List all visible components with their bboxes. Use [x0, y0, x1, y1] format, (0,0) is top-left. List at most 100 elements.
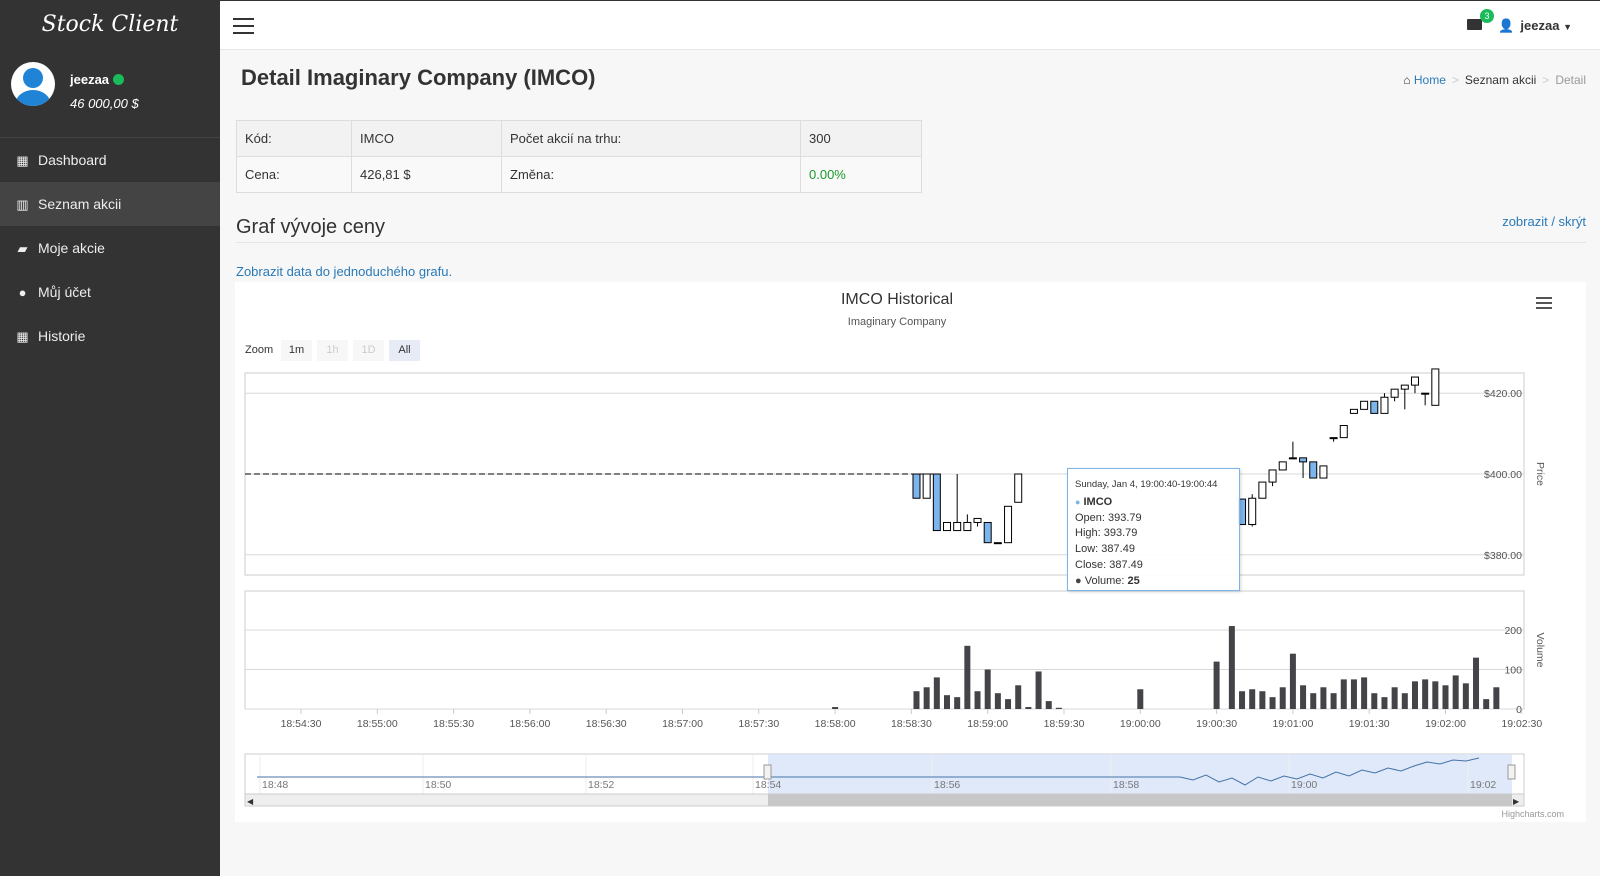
candle [993, 542, 1002, 545]
volume-bar [1401, 693, 1408, 709]
breadcrumb-list[interactable]: Seznam akcii [1465, 73, 1536, 87]
price-tick-label: $420.00 [1484, 388, 1522, 400]
volume-bar [1249, 689, 1256, 709]
zoom-1h-button[interactable]: 1h [317, 340, 348, 361]
volume-bar [1310, 693, 1317, 709]
caret-down-icon: ▼ [1563, 22, 1572, 32]
x-tick-label: 19:00:30 [1196, 718, 1237, 730]
candle [1329, 437, 1338, 440]
navigator-selection [768, 754, 1512, 794]
chart-tooltip: Sunday, Jan 4, 19:00:40-19:00:44 ● IMCO … [1067, 468, 1240, 591]
sidebar-item-label: Můj účet [38, 284, 91, 300]
price-label: Cena: [236, 156, 352, 193]
tooltip-high: High: 393.79 [1075, 527, 1138, 540]
volume-bar [1391, 687, 1398, 709]
sidebar-item-historie[interactable]: ▦ Historie [0, 314, 220, 358]
zoom-1m-button[interactable]: 1m [281, 340, 312, 361]
x-tick-label: 18:59:00 [967, 718, 1008, 730]
x-tick-label: 18:54:30 [281, 718, 322, 730]
chart-credits[interactable]: Highcharts.com [1501, 809, 1564, 819]
table-row: Cena: 426,81 $ Změna: 0.00% [236, 156, 922, 193]
volume-bar [923, 687, 930, 709]
change-label: Změna: [501, 156, 801, 193]
sidebar-item-label: Historie [38, 328, 86, 344]
user-dropdown-label: jeezaa [1520, 18, 1560, 33]
book-icon: ▰ [17, 241, 28, 256]
toggle-chart-link[interactable]: zobrazit / skrýt [1502, 214, 1586, 229]
menu-toggle-icon[interactable] [233, 18, 254, 39]
volume-axis-title: Volume [1534, 632, 1546, 667]
calendar-icon: ▦ [16, 329, 29, 344]
profile-name: jeezaa [70, 72, 125, 87]
candle [1349, 408, 1358, 414]
volume-bar [1462, 683, 1469, 709]
navigator-left-handle[interactable] [763, 764, 772, 780]
volume-bar [974, 691, 981, 709]
volume-bar [964, 645, 971, 709]
volume-bar [1213, 661, 1220, 709]
price-tick-label: $400.00 [1484, 469, 1522, 481]
scrollbar-thumb[interactable] [768, 794, 1512, 806]
volume-tick-label: 200 [1504, 625, 1522, 637]
navigator-tick-label: 18:52 [588, 779, 614, 791]
candle [1288, 457, 1297, 460]
volume-bar [832, 707, 839, 709]
sidebar-item-seznam-akcii[interactable]: ▥ Seznam akcii [0, 182, 220, 226]
x-tick-label: 18:57:30 [738, 718, 779, 730]
breadcrumb: ⌂ Home > Seznam akcii > Detail [1403, 73, 1586, 87]
candle [932, 473, 941, 532]
user-profile: jeezaa 46 000,00 $ [0, 52, 220, 138]
chart-menu-icon[interactable] [1536, 297, 1552, 312]
scroll-right-icon[interactable]: ▶ [1513, 797, 1520, 806]
candle [1370, 400, 1379, 414]
volume-bar [1371, 693, 1378, 709]
volume-tick-label: 0 [1516, 704, 1522, 716]
volume-bar [984, 669, 991, 709]
x-tick-label: 18:56:00 [509, 718, 550, 730]
sidebar-menu: ▦ Dashboard ▥ Seznam akcii ▰ Moje akcie ● Mů… [0, 138, 220, 358]
zoom-all-button[interactable]: All [389, 340, 420, 361]
candle [983, 521, 992, 544]
volume-bar [1340, 679, 1347, 709]
sidebar-item-label: Dashboard [38, 152, 107, 168]
volume-bar [1239, 691, 1246, 709]
x-tick-label: 18:56:30 [586, 718, 627, 730]
navigator-tick-label: 18:58 [1113, 779, 1139, 791]
candle [963, 521, 972, 532]
mail-icon[interactable] [1467, 19, 1482, 30]
user-dropdown[interactable]: 👤 jeezaa ▼ [1498, 18, 1572, 34]
candle [1431, 368, 1440, 406]
tooltip-date: Sunday, Jan 4, 19:00:40-19:00:44 [1075, 479, 1218, 490]
sidebar-item-muj-ucet[interactable]: ● Můj účet [0, 270, 220, 314]
volume-bar [954, 697, 961, 709]
sidebar-item-moje-akcie[interactable]: ▰ Moje akcie [0, 226, 220, 270]
user-icon: ● [18, 285, 27, 300]
scroll-left-icon[interactable]: ◀ [247, 797, 254, 806]
candle [1360, 400, 1369, 410]
x-tick-label: 19:00:00 [1120, 718, 1161, 730]
volume-bar [1279, 687, 1286, 709]
candle [1258, 481, 1267, 499]
home-icon: ⌂ [1403, 73, 1411, 87]
simple-chart-link[interactable]: Zobrazit data do jednoduchého grafu. [236, 264, 452, 279]
sidebar-item-dashboard[interactable]: ▦ Dashboard [0, 138, 220, 182]
page-title: Detail Imaginary Company (IMCO) [241, 65, 596, 90]
candle [1268, 469, 1277, 483]
x-tick-label: 18:55:30 [433, 718, 474, 730]
breadcrumb-home[interactable]: Home [1414, 73, 1446, 87]
price-tick-label: $380.00 [1484, 550, 1522, 562]
volume-bar [1300, 685, 1307, 709]
volume-bar [1137, 689, 1144, 709]
candle [1410, 376, 1419, 386]
x-tick-label: 18:58:00 [815, 718, 856, 730]
app-brand[interactable]: Stock Client [0, 0, 220, 52]
shares-label: Počet akcií na trhu: [501, 120, 801, 157]
sidebar-item-label: Moje akcie [38, 240, 105, 256]
zoom-1d-button[interactable]: 1D [353, 340, 384, 361]
navigator-right-handle[interactable] [1507, 764, 1516, 780]
volume-bar [1411, 681, 1418, 709]
chart-canvas[interactable]: $380.00 $400.00 $420.00 0 100 200 Price Volume 1… [235, 282, 1586, 822]
online-status-icon [113, 74, 125, 85]
sidebar-item-label: Seznam akcii [38, 196, 122, 212]
candle [1014, 473, 1023, 503]
